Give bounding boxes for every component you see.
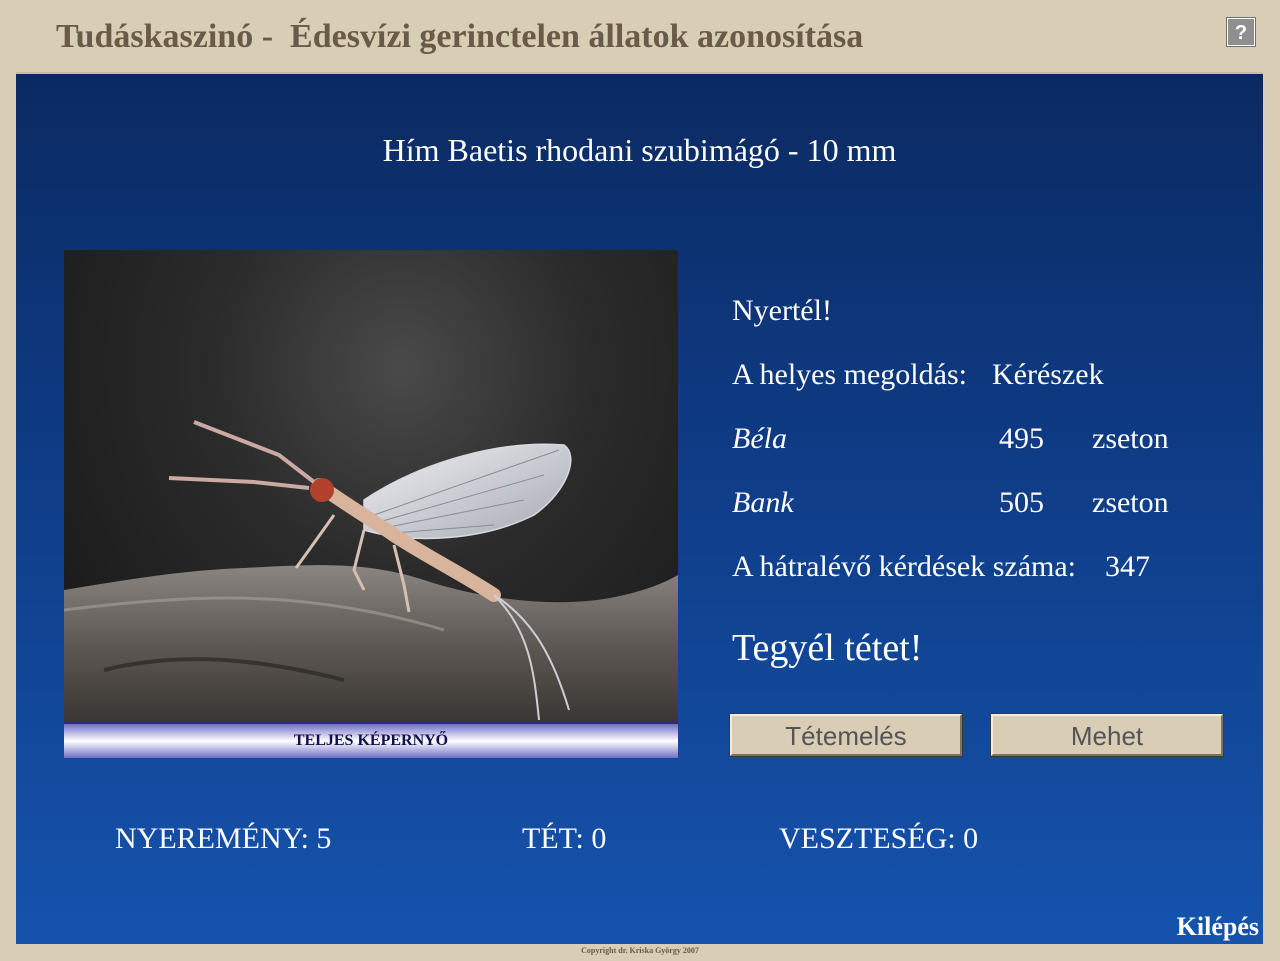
remaining-label: A hátralévő kérdések száma: (732, 550, 1077, 583)
player-chips-unit: zseton (1092, 422, 1169, 455)
bet-prompt: Tegyél tétet! (732, 627, 923, 669)
exit-button[interactable]: Kilépés (1177, 912, 1259, 942)
bank-chips: 505 (999, 486, 1044, 519)
winnings-stat: NYEREMÉNY: 5 (115, 822, 332, 855)
bank-name: Bank (732, 486, 794, 519)
player-name: Béla (732, 422, 787, 455)
answer-value: Kérészek (992, 358, 1104, 391)
bank-chips-unit: zseton (1092, 486, 1169, 519)
title-bar: Tudáskaszinó - Édesvízi gerinctelen álla… (0, 0, 1280, 72)
fullscreen-button[interactable]: TELJES KÉPERNYŐ (64, 722, 678, 758)
result-message: Nyertél! (732, 294, 832, 327)
copyright: Copyright dr. Kriska György 2007 (581, 946, 699, 955)
go-button[interactable]: Mehet (991, 714, 1223, 756)
mayfly-photo-icon (64, 420, 678, 722)
remaining-value: 347 (1105, 550, 1150, 583)
player-chips: 495 (999, 422, 1044, 455)
question-subject: Hím Baetis rhodani szubimágó - 10 mm (382, 132, 897, 168)
bet-stat: TÉT: 0 (522, 822, 607, 855)
raise-bet-button[interactable]: Tétemelés (730, 714, 962, 756)
mayfly-photo[interactable] (64, 250, 678, 722)
app-title: Tudáskaszinó - Édesvízi gerinctelen álla… (56, 18, 864, 55)
loss-stat: VESZTESÉG: 0 (779, 822, 979, 855)
help-button[interactable]: ? (1227, 18, 1255, 46)
main-panel: Hím Baetis rhodani szubimágó - 10 mm TEL… (16, 72, 1263, 944)
answer-label: A helyes megoldás: (732, 358, 967, 391)
